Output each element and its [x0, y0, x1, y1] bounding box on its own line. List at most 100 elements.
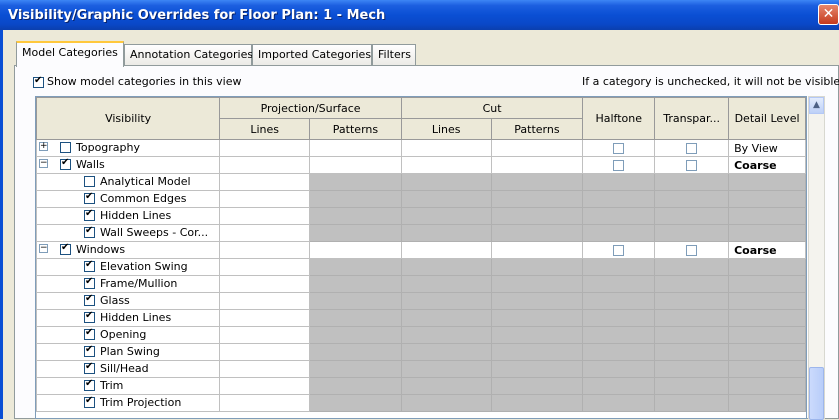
projection-patterns-cell[interactable] [309, 190, 402, 208]
table-row[interactable]: + Topography By View [36, 139, 806, 157]
show-model-categories-checkbox[interactable] [33, 75, 44, 88]
cut-patterns-cell[interactable] [490, 190, 584, 208]
transparent-cell[interactable] [654, 326, 730, 344]
projection-lines-cell[interactable] [219, 275, 311, 293]
scroll-up-icon[interactable]: ▲ [809, 97, 824, 114]
category-cell[interactable]: Sill/Head [36, 360, 221, 378]
collapse-icon[interactable]: − [39, 244, 48, 253]
cut-lines-cell[interactable] [400, 309, 492, 327]
category-cell[interactable]: Trim [36, 377, 221, 395]
projection-lines-cell[interactable] [219, 360, 311, 378]
category-cell[interactable]: Elevation Swing [36, 258, 221, 276]
halftone-cell[interactable] [582, 275, 656, 293]
halftone-checkbox[interactable] [613, 143, 625, 154]
cut-patterns-cell[interactable] [490, 394, 584, 412]
category-visibility-checkbox[interactable] [84, 294, 95, 306]
halftone-cell[interactable] [582, 156, 656, 174]
transparent-cell[interactable] [654, 377, 730, 395]
category-visibility-checkbox[interactable] [84, 226, 95, 238]
projection-patterns-cell[interactable] [309, 326, 402, 344]
table-row[interactable]: Analytical Model [36, 173, 806, 191]
category-cell[interactable]: Glass [36, 292, 221, 310]
collapse-icon[interactable]: − [39, 159, 48, 168]
close-icon[interactable]: ✕ [818, 4, 839, 25]
projection-lines-cell[interactable] [219, 207, 311, 225]
halftone-cell[interactable] [582, 241, 656, 259]
detail-level-header[interactable]: Detail Level [728, 97, 806, 140]
cut-patterns-cell[interactable] [490, 156, 584, 174]
projection-lines-cell[interactable] [219, 292, 311, 310]
halftone-cell[interactable] [582, 326, 656, 344]
tab-model-categories[interactable]: Model Categories [16, 41, 124, 67]
detail-level-cell[interactable] [728, 360, 806, 378]
projection-lines-cell[interactable] [219, 258, 311, 276]
projection-patterns-cell[interactable] [309, 343, 402, 361]
transparent-cell[interactable] [654, 156, 730, 174]
detail-level-cell[interactable] [728, 292, 806, 310]
cut-patterns-cell[interactable] [490, 360, 584, 378]
projection-patterns-cell[interactable] [309, 224, 402, 242]
transparent-cell[interactable] [654, 139, 730, 157]
detail-level-cell[interactable]: Coarse [728, 241, 806, 259]
projection-lines-cell[interactable] [219, 173, 311, 191]
category-cell[interactable]: Hidden Lines [36, 309, 221, 327]
projection-lines-cell[interactable] [219, 241, 311, 259]
category-cell[interactable]: Plan Swing [36, 343, 221, 361]
cut-lines-cell[interactable] [400, 360, 492, 378]
detail-level-cell[interactable]: Coarse [728, 156, 806, 174]
category-visibility-checkbox[interactable] [84, 345, 95, 357]
expand-icon[interactable]: + [39, 142, 48, 151]
halftone-cell[interactable] [582, 309, 656, 327]
table-row[interactable]: Plan Swing [36, 343, 806, 361]
projection-patterns-cell[interactable] [309, 173, 402, 191]
cut-patterns-cell[interactable] [490, 292, 584, 310]
table-row[interactable]: Elevation Swing [36, 258, 806, 276]
table-row[interactable]: Hidden Lines [36, 207, 806, 225]
tab-imported-categories[interactable]: Imported Categories [252, 44, 372, 65]
cut-patterns-cell[interactable] [490, 207, 584, 225]
projection-patterns-header[interactable]: Patterns [309, 118, 402, 140]
transparent-checkbox[interactable] [686, 245, 698, 256]
table-row[interactable]: Hidden Lines [36, 309, 806, 327]
cut-lines-cell[interactable] [400, 207, 492, 225]
detail-level-cell[interactable] [728, 275, 806, 293]
cut-lines-cell[interactable] [400, 326, 492, 344]
table-row[interactable]: Frame/Mullion [36, 275, 806, 293]
detail-level-cell[interactable] [728, 207, 806, 225]
halftone-cell[interactable] [582, 292, 656, 310]
table-row[interactable]: − Windows Coarse [36, 241, 806, 259]
transparent-cell[interactable] [654, 258, 730, 276]
cut-lines-cell[interactable] [400, 241, 492, 259]
transparent-cell[interactable] [654, 190, 730, 208]
category-cell[interactable]: Opening [36, 326, 221, 344]
cut-patterns-cell[interactable] [490, 241, 584, 259]
projection-lines-cell[interactable] [219, 156, 311, 174]
halftone-checkbox[interactable] [613, 245, 625, 256]
vertical-scrollbar[interactable]: ▲ [808, 96, 825, 420]
cut-lines-cell[interactable] [400, 292, 492, 310]
cut-lines-cell[interactable] [400, 394, 492, 412]
category-visibility-checkbox[interactable] [60, 243, 71, 255]
cut-patterns-cell[interactable] [490, 139, 584, 157]
cut-lines-cell[interactable] [400, 275, 492, 293]
halftone-cell[interactable] [582, 224, 656, 242]
table-row[interactable]: Trim Projection [36, 394, 806, 412]
cut-lines-cell[interactable] [400, 377, 492, 395]
scroll-thumb[interactable] [809, 367, 824, 420]
detail-level-cell[interactable] [728, 377, 806, 395]
transparent-checkbox[interactable] [686, 160, 698, 171]
projection-lines-cell[interactable] [219, 224, 311, 242]
projection-patterns-cell[interactable] [309, 156, 402, 174]
halftone-cell[interactable] [582, 139, 656, 157]
halftone-cell[interactable] [582, 173, 656, 191]
detail-level-cell[interactable] [728, 343, 806, 361]
cut-patterns-cell[interactable] [490, 224, 584, 242]
halftone-cell[interactable] [582, 207, 656, 225]
transparent-cell[interactable] [654, 275, 730, 293]
transparent-cell[interactable] [654, 292, 730, 310]
halftone-cell[interactable] [582, 394, 656, 412]
projection-patterns-cell[interactable] [309, 139, 402, 157]
cut-patterns-cell[interactable] [490, 258, 584, 276]
cut-patterns-cell[interactable] [490, 275, 584, 293]
detail-level-cell[interactable] [728, 394, 806, 412]
